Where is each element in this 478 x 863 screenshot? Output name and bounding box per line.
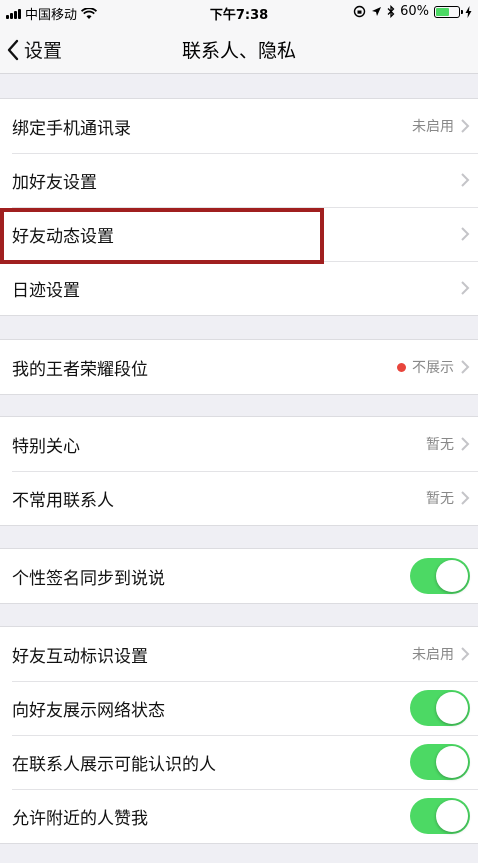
battery-icon bbox=[434, 5, 463, 18]
show-network-status-toggle[interactable] bbox=[410, 690, 470, 726]
allow-nearby-likes-toggle[interactable] bbox=[410, 798, 470, 834]
navigation-bar: 设置 联系人、隐私 bbox=[0, 24, 478, 74]
settings-group-signature: 个性签名同步到说说 bbox=[0, 548, 478, 604]
row-label: 日迹设置 bbox=[12, 280, 80, 301]
battery-percentage: 60% bbox=[400, 4, 429, 19]
row-value: 未启用 bbox=[412, 647, 454, 663]
row-infrequent-contacts[interactable]: 不常用联系人 暂无 bbox=[0, 471, 478, 525]
settings-group-special-contacts: 特别关心 暂无 不常用联系人 暂无 bbox=[0, 416, 478, 526]
row-value: 未启用 bbox=[412, 119, 454, 135]
settings-group-contacts: 绑定手机通讯录 未启用 加好友设置 好友动态设置 日迹设置 bbox=[0, 98, 478, 316]
people-you-may-know-toggle[interactable] bbox=[410, 744, 470, 780]
toggle-knob bbox=[436, 692, 468, 724]
chevron-right-icon bbox=[461, 173, 470, 187]
status-bar: 中国移动 下午7:38 60% bbox=[0, 0, 478, 24]
sync-signature-toggle[interactable] bbox=[410, 558, 470, 594]
status-bar-right: 60% bbox=[353, 4, 472, 19]
settings-group-interaction: 好友互动标识设置 未启用 向好友展示网络状态 在联系人展示可能认识的人 允许附近… bbox=[0, 626, 478, 844]
row-label: 加好友设置 bbox=[12, 172, 97, 193]
chevron-right-icon bbox=[461, 647, 470, 661]
row-friend-feed-settings[interactable]: 好友动态设置 bbox=[0, 207, 478, 261]
charging-icon bbox=[465, 5, 472, 18]
battery-fill bbox=[436, 7, 450, 16]
row-friend-interaction-badge-settings[interactable]: 好友互动标识设置 未启用 bbox=[0, 627, 478, 681]
page-title: 联系人、隐私 bbox=[181, 40, 296, 62]
row-show-people-you-may-know: 在联系人展示可能认识的人 bbox=[0, 735, 478, 789]
chevron-right-icon bbox=[461, 119, 470, 133]
row-special-care[interactable]: 特别关心 暂无 bbox=[0, 417, 478, 471]
row-label: 我的王者荣耀段位 bbox=[12, 359, 148, 380]
chevron-right-icon bbox=[461, 281, 470, 295]
settings-group-game-rank: 我的王者荣耀段位 不展示 bbox=[0, 339, 478, 395]
row-label: 不常用联系人 bbox=[12, 490, 114, 511]
chevron-right-icon bbox=[461, 491, 470, 505]
chevron-right-icon bbox=[461, 227, 470, 241]
row-label: 允许附近的人赞我 bbox=[12, 808, 148, 829]
row-label: 个性签名同步到说说 bbox=[12, 568, 165, 589]
toggle-knob bbox=[436, 560, 468, 592]
row-label: 在联系人展示可能认识的人 bbox=[12, 754, 216, 775]
row-value: 暂无 bbox=[426, 437, 454, 453]
row-label: 绑定手机通讯录 bbox=[12, 118, 131, 139]
chevron-right-icon bbox=[461, 437, 470, 451]
orientation-lock-icon bbox=[353, 5, 366, 18]
row-bind-phone-contacts[interactable]: 绑定手机通讯录 未启用 bbox=[0, 99, 478, 153]
row-value: 暂无 bbox=[426, 491, 454, 507]
row-label: 好友动态设置 bbox=[12, 226, 114, 247]
row-daily-trace-settings[interactable]: 日迹设置 bbox=[0, 261, 478, 315]
row-label: 特别关心 bbox=[12, 436, 80, 457]
row-value: 不展示 bbox=[412, 360, 454, 376]
row-honor-of-kings-rank[interactable]: 我的王者荣耀段位 不展示 bbox=[0, 340, 478, 394]
row-label: 向好友展示网络状态 bbox=[12, 700, 165, 721]
chevron-right-icon bbox=[461, 360, 470, 374]
bluetooth-icon bbox=[387, 5, 395, 18]
toggle-knob bbox=[436, 800, 468, 832]
row-add-friend-settings[interactable]: 加好友设置 bbox=[0, 153, 478, 207]
row-show-network-status: 向好友展示网络状态 bbox=[0, 681, 478, 735]
status-dot bbox=[397, 362, 406, 372]
row-sync-signature-to-posts: 个性签名同步到说说 bbox=[0, 549, 478, 603]
location-icon bbox=[372, 7, 382, 16]
row-allow-nearby-likes: 允许附近的人赞我 bbox=[0, 789, 478, 843]
toggle-knob bbox=[436, 746, 468, 778]
row-label: 好友互动标识设置 bbox=[12, 646, 148, 667]
